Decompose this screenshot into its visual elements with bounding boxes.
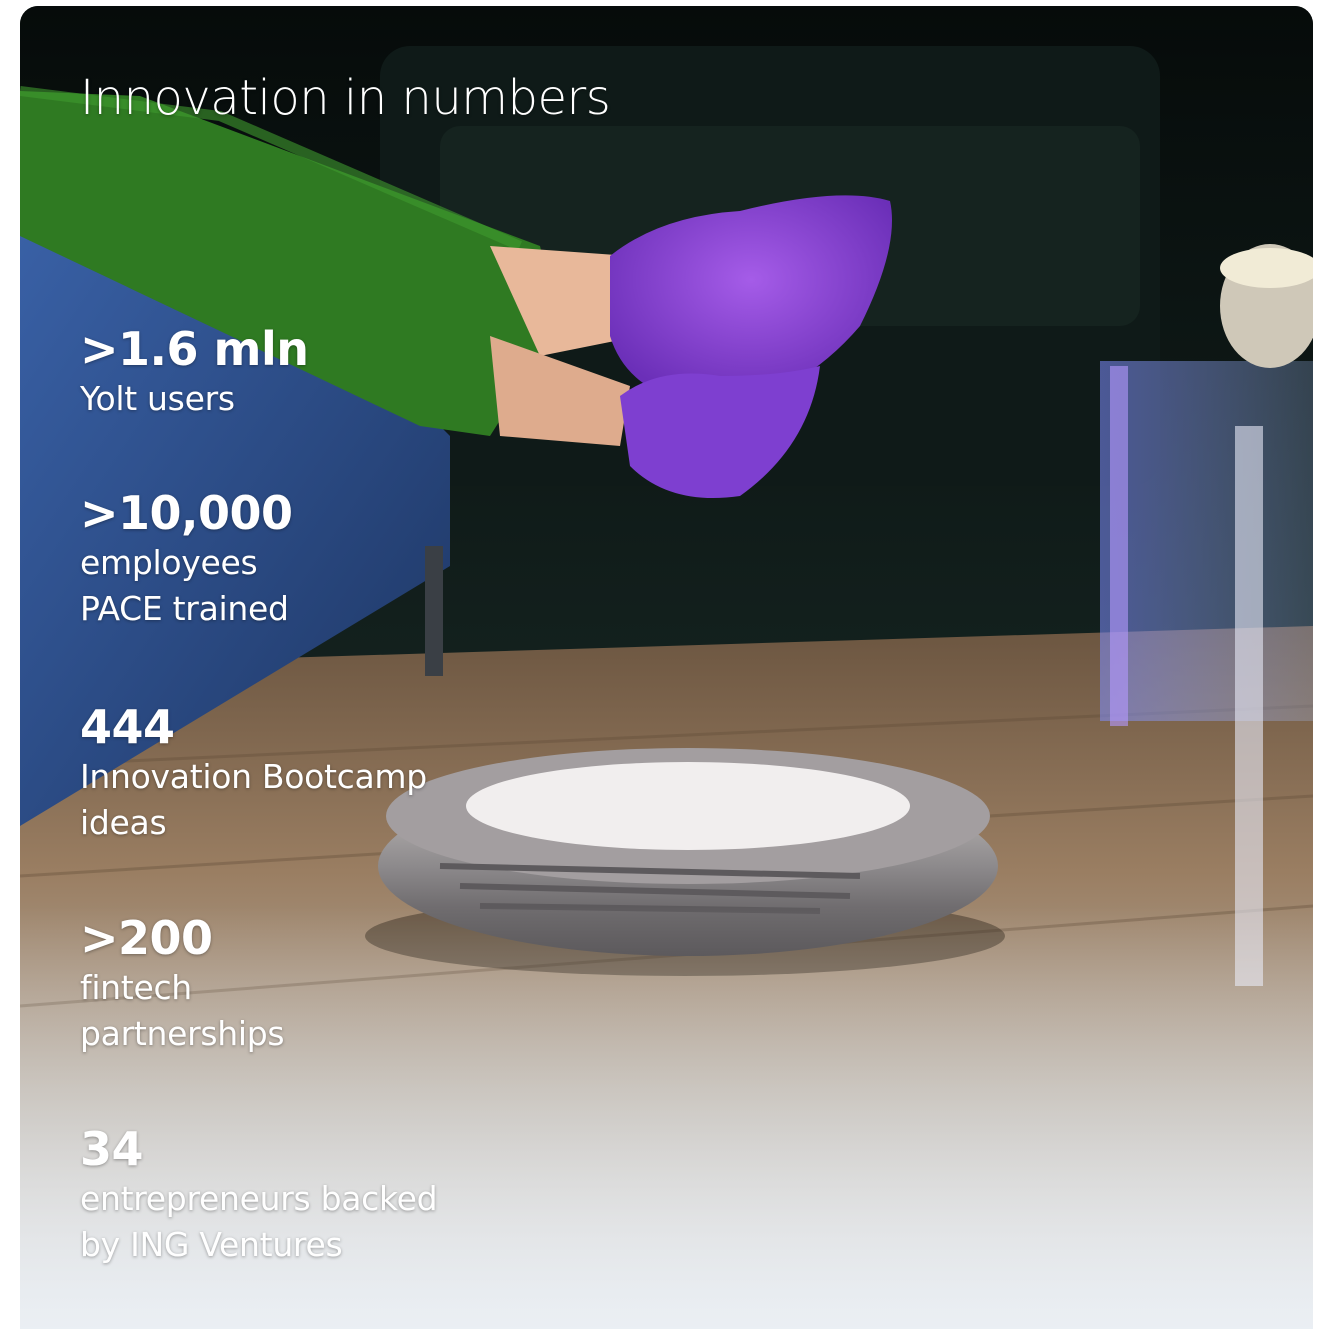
stat-value: 444	[80, 700, 175, 754]
stat-bootcamp-ideas: 444 Innovation Bootcamp ideas	[80, 700, 427, 846]
stat-label: partnerships	[80, 1014, 285, 1053]
stat-label: Innovation Bootcamp	[80, 757, 427, 796]
stat-yolt-users: >1.6 mln Yolt users	[80, 322, 309, 422]
stat-value: >10,000	[80, 486, 293, 540]
stat-value: >200	[80, 911, 213, 965]
stat-label: ideas	[80, 803, 167, 842]
stat-pace-trained: >10,000 employees PACE trained	[80, 486, 293, 632]
stat-value: 34	[80, 1122, 144, 1176]
stat-fintech-partnerships: >200 fintech partnerships	[80, 911, 285, 1057]
stat-value: >1.6 mln	[80, 322, 309, 376]
stat-ing-ventures: 34 entrepreneurs backed by ING Ventures	[80, 1122, 438, 1268]
page-title: Innovation in numbers	[80, 70, 611, 126]
stat-label: employees	[80, 543, 258, 582]
stat-label: Yolt users	[80, 379, 235, 418]
stat-label: by ING Ventures	[80, 1225, 343, 1264]
innovation-card: Innovation in numbers >1.6 mln Yolt user…	[20, 6, 1313, 1329]
stat-label: PACE trained	[80, 589, 289, 628]
stat-label: fintech	[80, 968, 192, 1007]
stat-label: entrepreneurs backed	[80, 1179, 438, 1218]
